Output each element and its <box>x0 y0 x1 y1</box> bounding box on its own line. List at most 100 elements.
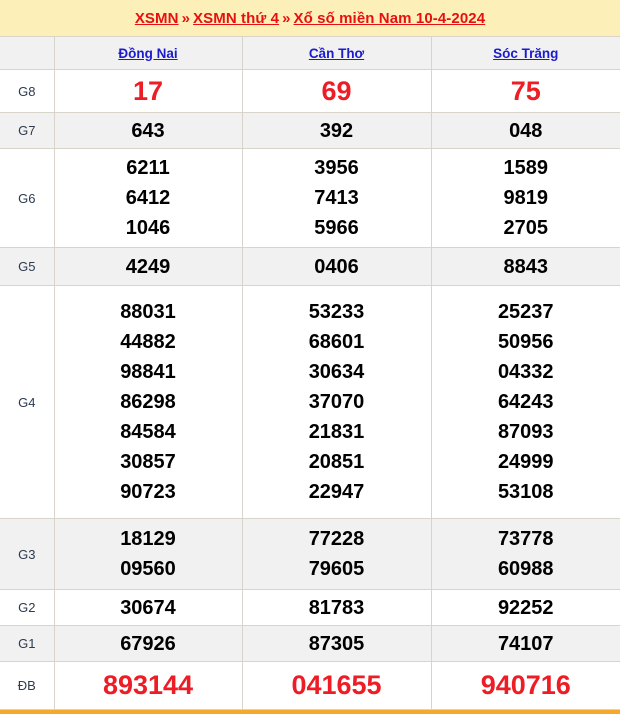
province-link-dong-nai[interactable]: Đồng Nai <box>118 46 177 61</box>
cell-dong-nai-g2: 30674 <box>54 590 242 626</box>
cell-can-tho-g6: 395674135966 <box>242 149 431 248</box>
table-row: G3181290956077228796057377860988 <box>0 519 620 590</box>
lottery-number: 30857 <box>120 447 176 477</box>
breadcrumb-link-xsmn-thu-4[interactable]: XSMN thứ 4 <box>193 10 279 27</box>
number-stack: 69 <box>243 73 431 110</box>
lottery-number: 79605 <box>309 554 365 584</box>
number-stack: 0406 <box>243 252 431 282</box>
breadcrumb-separator-1: » <box>179 10 193 27</box>
lottery-number: 20851 <box>309 447 365 477</box>
cell-can-tho-g8: 69 <box>242 70 431 113</box>
prize-label-g5: G5 <box>0 248 54 286</box>
number-stack: 81783 <box>243 593 431 623</box>
cell-dong-nai-g7: 643 <box>54 113 242 149</box>
prize-label-g7: G7 <box>0 113 54 149</box>
lottery-number: 643 <box>131 116 164 146</box>
number-stack: 621164121046 <box>55 153 242 243</box>
breadcrumb-bar: XSMN»XSMN thứ 4»Xổ số miền Nam 10-4-2024 <box>0 0 620 36</box>
lottery-number: 30674 <box>120 593 176 623</box>
table-header: Đồng Nai Cần Thơ Sóc Trăng <box>0 37 620 70</box>
column-header-prize <box>0 37 54 70</box>
lottery-number: 8843 <box>504 252 549 282</box>
province-link-can-tho[interactable]: Cần Thơ <box>309 46 364 61</box>
lottery-number: 940716 <box>481 667 571 704</box>
lottery-number: 60988 <box>498 554 554 584</box>
lottery-number: 53233 <box>309 297 365 327</box>
number-stack: 392 <box>243 116 431 146</box>
cell-soc-trang-g1: 74107 <box>431 626 620 662</box>
prize-label-đb: ĐB <box>0 662 54 710</box>
lottery-number: 17 <box>133 73 163 110</box>
lottery-number: 64243 <box>498 387 554 417</box>
prize-label-g2: G2 <box>0 590 54 626</box>
number-stack: 4249 <box>55 252 242 282</box>
cell-dong-nai-g5: 4249 <box>54 248 242 286</box>
table-row: G1 67926 8730574107 <box>0 626 620 662</box>
lottery-number: 67926 <box>120 629 176 659</box>
number-stack: 041655 <box>243 667 431 704</box>
cell-can-tho-g3: 7722879605 <box>242 519 431 590</box>
lottery-number: 25237 <box>498 297 554 327</box>
lottery-number: 86298 <box>120 387 176 417</box>
number-stack: 53233686013063437070218312085122947 <box>243 297 431 507</box>
cell-soc-trang-g7: 048 <box>431 113 620 149</box>
lottery-number: 5966 <box>314 213 359 243</box>
number-stack: 7722879605 <box>243 524 431 584</box>
column-header-can-tho: Cần Thơ <box>242 37 431 70</box>
number-stack: 92252 <box>432 593 620 623</box>
breadcrumb-link-xsmn[interactable]: XSMN <box>135 10 179 27</box>
cell-can-tho-g5: 0406 <box>242 248 431 286</box>
lottery-number: 6412 <box>126 183 171 213</box>
cell-dong-nai-đb: 893144 <box>54 662 242 710</box>
lottery-number: 22947 <box>309 477 365 507</box>
lottery-number: 98841 <box>120 357 176 387</box>
cell-can-tho-g2: 81783 <box>242 590 431 626</box>
prize-label-g4: G4 <box>0 286 54 519</box>
table-header-row: Đồng Nai Cần Thơ Sóc Trăng <box>0 37 620 70</box>
number-stack: 88031448829884186298845843085790723 <box>55 297 242 507</box>
lottery-number: 69 <box>321 73 351 110</box>
cell-can-tho-g7: 392 <box>242 113 431 149</box>
lottery-number: 92252 <box>498 593 554 623</box>
cell-can-tho-g1: 87305 <box>242 626 431 662</box>
prize-label-g1: G1 <box>0 626 54 662</box>
number-stack: 643 <box>55 116 242 146</box>
lottery-results-table: Đồng Nai Cần Thơ Sóc Trăng G8176975G7643… <box>0 36 620 710</box>
lottery-number: 392 <box>320 116 353 146</box>
province-link-soc-trang[interactable]: Sóc Trăng <box>493 46 558 61</box>
lottery-number: 4249 <box>126 252 171 282</box>
prize-label-g6: G6 <box>0 149 54 248</box>
lottery-number: 21831 <box>309 417 365 447</box>
number-stack: 1812909560 <box>55 524 242 584</box>
number-stack: 048 <box>432 116 620 146</box>
cell-soc-trang-g5: 8843 <box>431 248 620 286</box>
cell-can-tho-g4: 53233686013063437070218312085122947 <box>242 286 431 519</box>
cell-soc-trang-g4: 25237509560433264243870932499953108 <box>431 286 620 519</box>
lottery-number: 6211 <box>126 153 169 183</box>
cell-dong-nai-g6: 621164121046 <box>54 149 242 248</box>
lottery-number: 68601 <box>309 327 365 357</box>
lottery-number: 2705 <box>504 213 549 243</box>
lottery-number: 75 <box>511 73 541 110</box>
number-stack: 74107 <box>432 629 620 659</box>
lottery-number: 30634 <box>309 357 365 387</box>
lottery-number: 53108 <box>498 477 554 507</box>
breadcrumb-link-xo-so-mien-nam-date[interactable]: Xổ số miền Nam 10-4-2024 <box>294 10 486 27</box>
lottery-number: 84584 <box>120 417 176 447</box>
lottery-number: 9819 <box>504 183 549 213</box>
lottery-number: 3956 <box>314 153 359 183</box>
table-body: G8176975G7643392048G66211641210463956741… <box>0 70 620 710</box>
table-row: G7 643 392 048 <box>0 113 620 149</box>
table-row: G2 30674 81783 92252 <box>0 590 620 626</box>
cell-dong-nai-g1: 67926 <box>54 626 242 662</box>
lottery-number: 44882 <box>120 327 176 357</box>
cell-dong-nai-g3: 1812909560 <box>54 519 242 590</box>
cell-soc-trang-g8: 75 <box>431 70 620 113</box>
table-row: G488031448829884186298845843085790723532… <box>0 286 620 519</box>
cell-soc-trang-đb: 940716 <box>431 662 620 710</box>
lottery-number: 04332 <box>498 357 554 387</box>
column-header-soc-trang: Sóc Trăng <box>431 37 620 70</box>
lottery-number: 1046 <box>126 213 171 243</box>
number-stack: 8843 <box>432 252 620 282</box>
lottery-number: 73778 <box>498 524 554 554</box>
